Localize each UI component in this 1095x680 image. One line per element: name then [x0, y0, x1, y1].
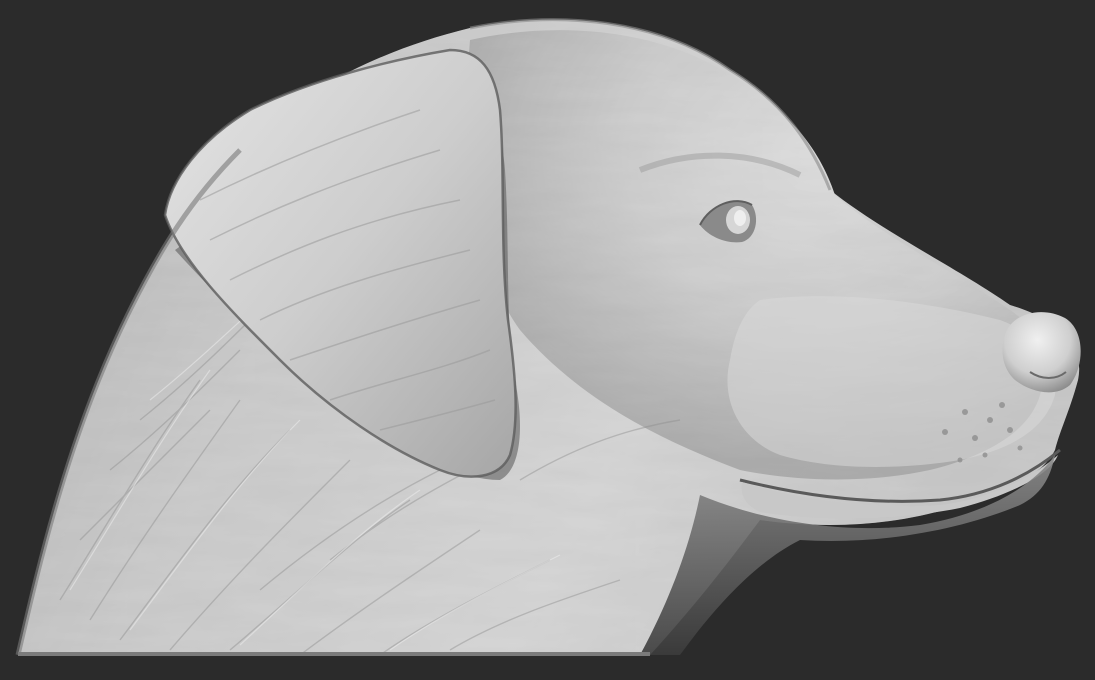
sculpt-viewport[interactable] — [0, 0, 1095, 680]
dog-head-sculpt — [0, 0, 1095, 680]
relief-base — [18, 652, 650, 656]
